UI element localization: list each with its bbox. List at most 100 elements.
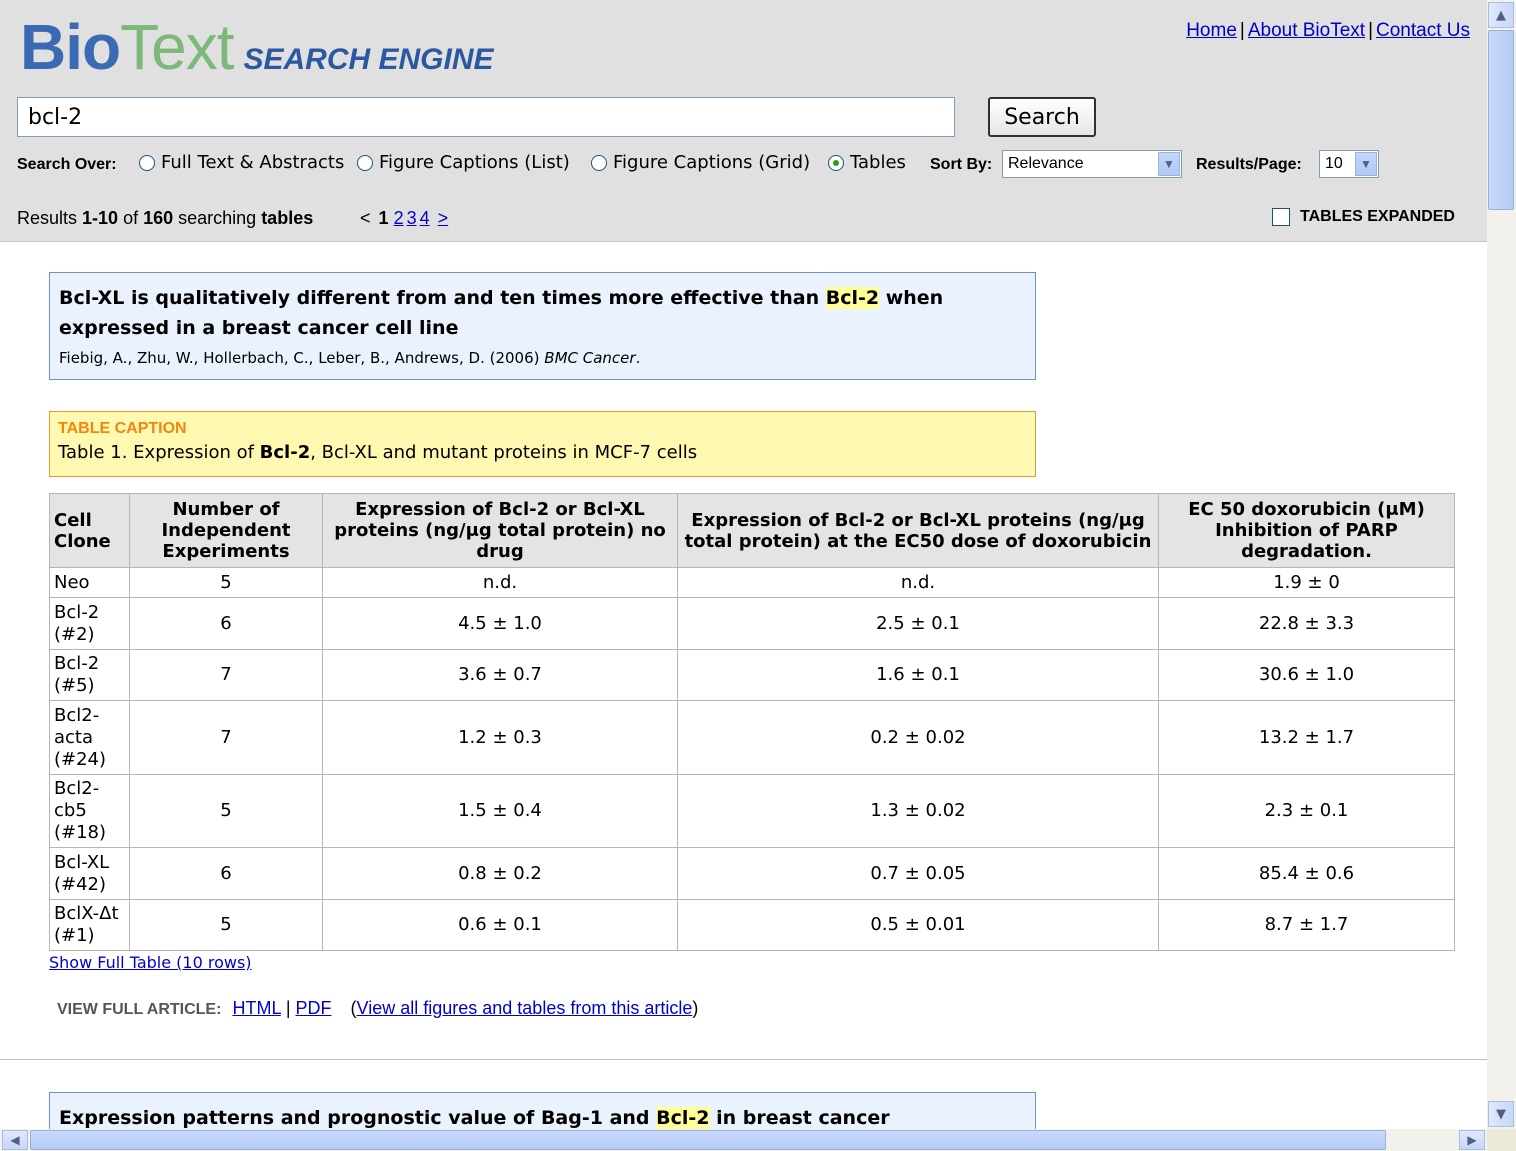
scroll-left-arrow-icon[interactable]: ◀	[2, 1130, 28, 1150]
pager-next[interactable]: >	[438, 208, 449, 228]
table-cell: 6	[129, 597, 323, 650]
table-cell: 2.3 ± 0.1	[1158, 774, 1455, 848]
table-row: Bcl2-acta (#24) 7 1.2 ± 0.3 0.2 ± 0.02 1…	[49, 700, 1455, 775]
radio-figure-captions-grid-label: Figure Captions (Grid)	[613, 152, 811, 173]
search-options: Search Over: Full Text & Abstracts Figur…	[17, 150, 1477, 180]
search-over-label: Search Over:	[17, 156, 117, 173]
table-cell: 13.2 ± 1.7	[1158, 700, 1455, 775]
table-header-row: Cell Clone Number of Independent Experim…	[49, 493, 1455, 568]
radio-button-icon	[357, 154, 373, 171]
home-link[interactable]: Home	[1186, 20, 1237, 41]
view-all-figures-link[interactable]: View all figures and tables from this ar…	[357, 998, 693, 1018]
biotext-logo[interactable]: BioText SEARCH ENGINE	[20, 10, 494, 84]
header: BioText SEARCH ENGINE Home | About BioText |…	[0, 0, 1487, 242]
table-cell: 0.5 ± 0.01	[677, 899, 1159, 951]
tables-expanded-toggle[interactable]: TABLES EXPANDED	[1272, 208, 1455, 226]
radio-figure-captions-list[interactable]: Figure Captions (List)	[357, 152, 570, 173]
column-header-expression-no-drug: Expression of Bcl-2 or Bcl-XL proteins (…	[322, 493, 678, 568]
table-cell: Bcl-XL (#42)	[49, 847, 130, 900]
results-data-table: Cell Clone Number of Independent Experim…	[49, 493, 1455, 951]
sort-by-select[interactable]: Relevance ▼	[1002, 150, 1182, 178]
radio-full-text[interactable]: Full Text & Abstracts	[139, 152, 344, 173]
table-cell: 30.6 ± 1.0	[1158, 649, 1455, 701]
table-cell: 0.8 ± 0.2	[322, 847, 678, 900]
table-caption-text: Table 1. Expression of Bcl-2, Bcl-XL and…	[58, 442, 1027, 463]
article-citation: Fiebig, A., Zhu, W., Hollerbach, C., Leb…	[59, 349, 1026, 367]
table-row: Bcl-XL (#42) 6 0.8 ± 0.2 0.7 ± 0.05 85.4…	[49, 847, 1455, 900]
table-row: Bcl-2 (#5) 7 3.6 ± 0.7 1.6 ± 0.1 30.6 ± …	[49, 649, 1455, 701]
scroll-down-arrow-icon[interactable]: ▼	[1488, 1101, 1514, 1127]
pager-page-2[interactable]: 2	[394, 208, 404, 228]
results-searching: searching	[173, 208, 262, 228]
browser-page: BioText SEARCH ENGINE Home | About BioText |…	[0, 0, 1487, 1129]
scroll-up-arrow-icon[interactable]: ▲	[1488, 2, 1514, 28]
table-cell: 2.5 ± 0.1	[677, 597, 1159, 650]
article-authors: Fiebig, A., Zhu, W., Hollerbach, C., Leb…	[59, 349, 545, 367]
logo-subtitle: SEARCH ENGINE	[243, 43, 494, 76]
column-header-expression-ec50: Expression of Bcl-2 or Bcl-XL proteins (…	[677, 493, 1159, 568]
table-cell: 1.5 ± 0.4	[322, 774, 678, 848]
view-full-article-label: VIEW FULL ARTICLE:	[57, 1001, 222, 1018]
scrollbar-corner	[1487, 1129, 1516, 1151]
table-cell: 1.9 ± 0	[1158, 567, 1455, 598]
table-cell: BclX-Δt (#1)	[49, 899, 130, 951]
article-title-text: Expression patterns and prognostic value…	[59, 1107, 657, 1129]
result-article-box: Bcl-XL is qualitatively different from a…	[49, 272, 1036, 380]
pdf-link[interactable]: PDF	[296, 998, 332, 1018]
contact-us-link[interactable]: Contact Us	[1376, 20, 1470, 41]
article-title[interactable]: Expression patterns and prognostic value…	[59, 1103, 1026, 1129]
table-caption-box: TABLE CAPTION Table 1. Expression of Bcl…	[49, 411, 1036, 477]
table-cell: 7	[129, 649, 323, 701]
citation-period: .	[635, 349, 641, 367]
table-cell: 5	[129, 774, 323, 848]
about-biotext-link[interactable]: About BioText	[1248, 20, 1365, 41]
horizontal-scrollbar[interactable]: ◀ ▶	[0, 1129, 1487, 1151]
radio-full-text-label: Full Text & Abstracts	[161, 152, 345, 173]
pager-page-3[interactable]: 3	[407, 208, 417, 228]
pager-page-4[interactable]: 4	[420, 208, 430, 228]
paren-close: )	[692, 998, 699, 1018]
table-cell: 22.8 ± 3.3	[1158, 597, 1455, 650]
radio-figure-captions-grid[interactable]: Figure Captions (Grid)	[591, 152, 810, 173]
show-full-table-link[interactable]: Show Full Table (10 rows)	[49, 953, 252, 972]
results-per-page-label: Results/Page:	[1196, 156, 1302, 173]
link-separator: |	[285, 998, 291, 1018]
table-cell: 1.6 ± 0.1	[677, 649, 1159, 701]
results-summary: Results 1-10 of 160 searching tables	[17, 208, 313, 229]
html-link[interactable]: HTML	[232, 998, 280, 1018]
radio-button-selected-icon	[828, 154, 844, 171]
search-button[interactable]: Search	[988, 97, 1096, 137]
radio-figure-captions-list-label: Figure Captions (List)	[379, 152, 570, 173]
search-input[interactable]	[17, 97, 955, 137]
table-cell: 0.2 ± 0.02	[677, 700, 1159, 775]
table-row: Bcl2-cb5 (#18) 5 1.5 ± 0.4 1.3 ± 0.02 2.…	[49, 774, 1455, 848]
table-cell: 7	[129, 700, 323, 775]
vertical-scrollbar[interactable]: ▲ ▼	[1487, 0, 1516, 1129]
table-row: Neo 5 n.d. n.d. 1.9 ± 0	[49, 567, 1455, 598]
pager-current-page: 1	[378, 208, 389, 228]
results-of: of	[118, 208, 144, 228]
article-title[interactable]: Bcl-XL is qualitatively different from a…	[59, 283, 1026, 343]
column-header-experiments: Number of Independent Experiments	[129, 493, 323, 568]
radio-tables[interactable]: Tables	[828, 152, 906, 173]
table-cell: 0.6 ± 0.1	[322, 899, 678, 951]
results-per-page-select[interactable]: 10 ▼	[1319, 150, 1379, 178]
logo-bio: Bio	[20, 11, 121, 83]
results-total: 160	[143, 208, 174, 228]
caption-text: Table 1. Expression of	[58, 442, 260, 463]
scroll-right-arrow-icon[interactable]: ▶	[1459, 1130, 1485, 1150]
query-highlight: Bcl-2	[825, 287, 880, 309]
result-divider	[0, 1059, 1487, 1060]
table-cell: 6	[129, 847, 323, 900]
radio-tables-label: Tables	[850, 152, 906, 173]
table-row: BclX-Δt (#1) 5 0.6 ± 0.1 0.5 ± 0.01 8.7 …	[49, 899, 1455, 951]
table-cell: 8.7 ± 1.7	[1158, 899, 1455, 951]
table-cell: n.d.	[677, 567, 1159, 598]
caption-text: , Bcl-XL and mutant proteins in MCF-7 ce…	[310, 442, 698, 463]
table-cell: 5	[129, 567, 323, 598]
table-cell: 1.2 ± 0.3	[322, 700, 678, 775]
horizontal-scroll-thumb[interactable]	[30, 1130, 1386, 1150]
vertical-scroll-thumb[interactable]	[1488, 30, 1514, 210]
table-cell: n.d.	[322, 567, 678, 598]
table-cell: Bcl2-cb5 (#18)	[49, 774, 130, 848]
